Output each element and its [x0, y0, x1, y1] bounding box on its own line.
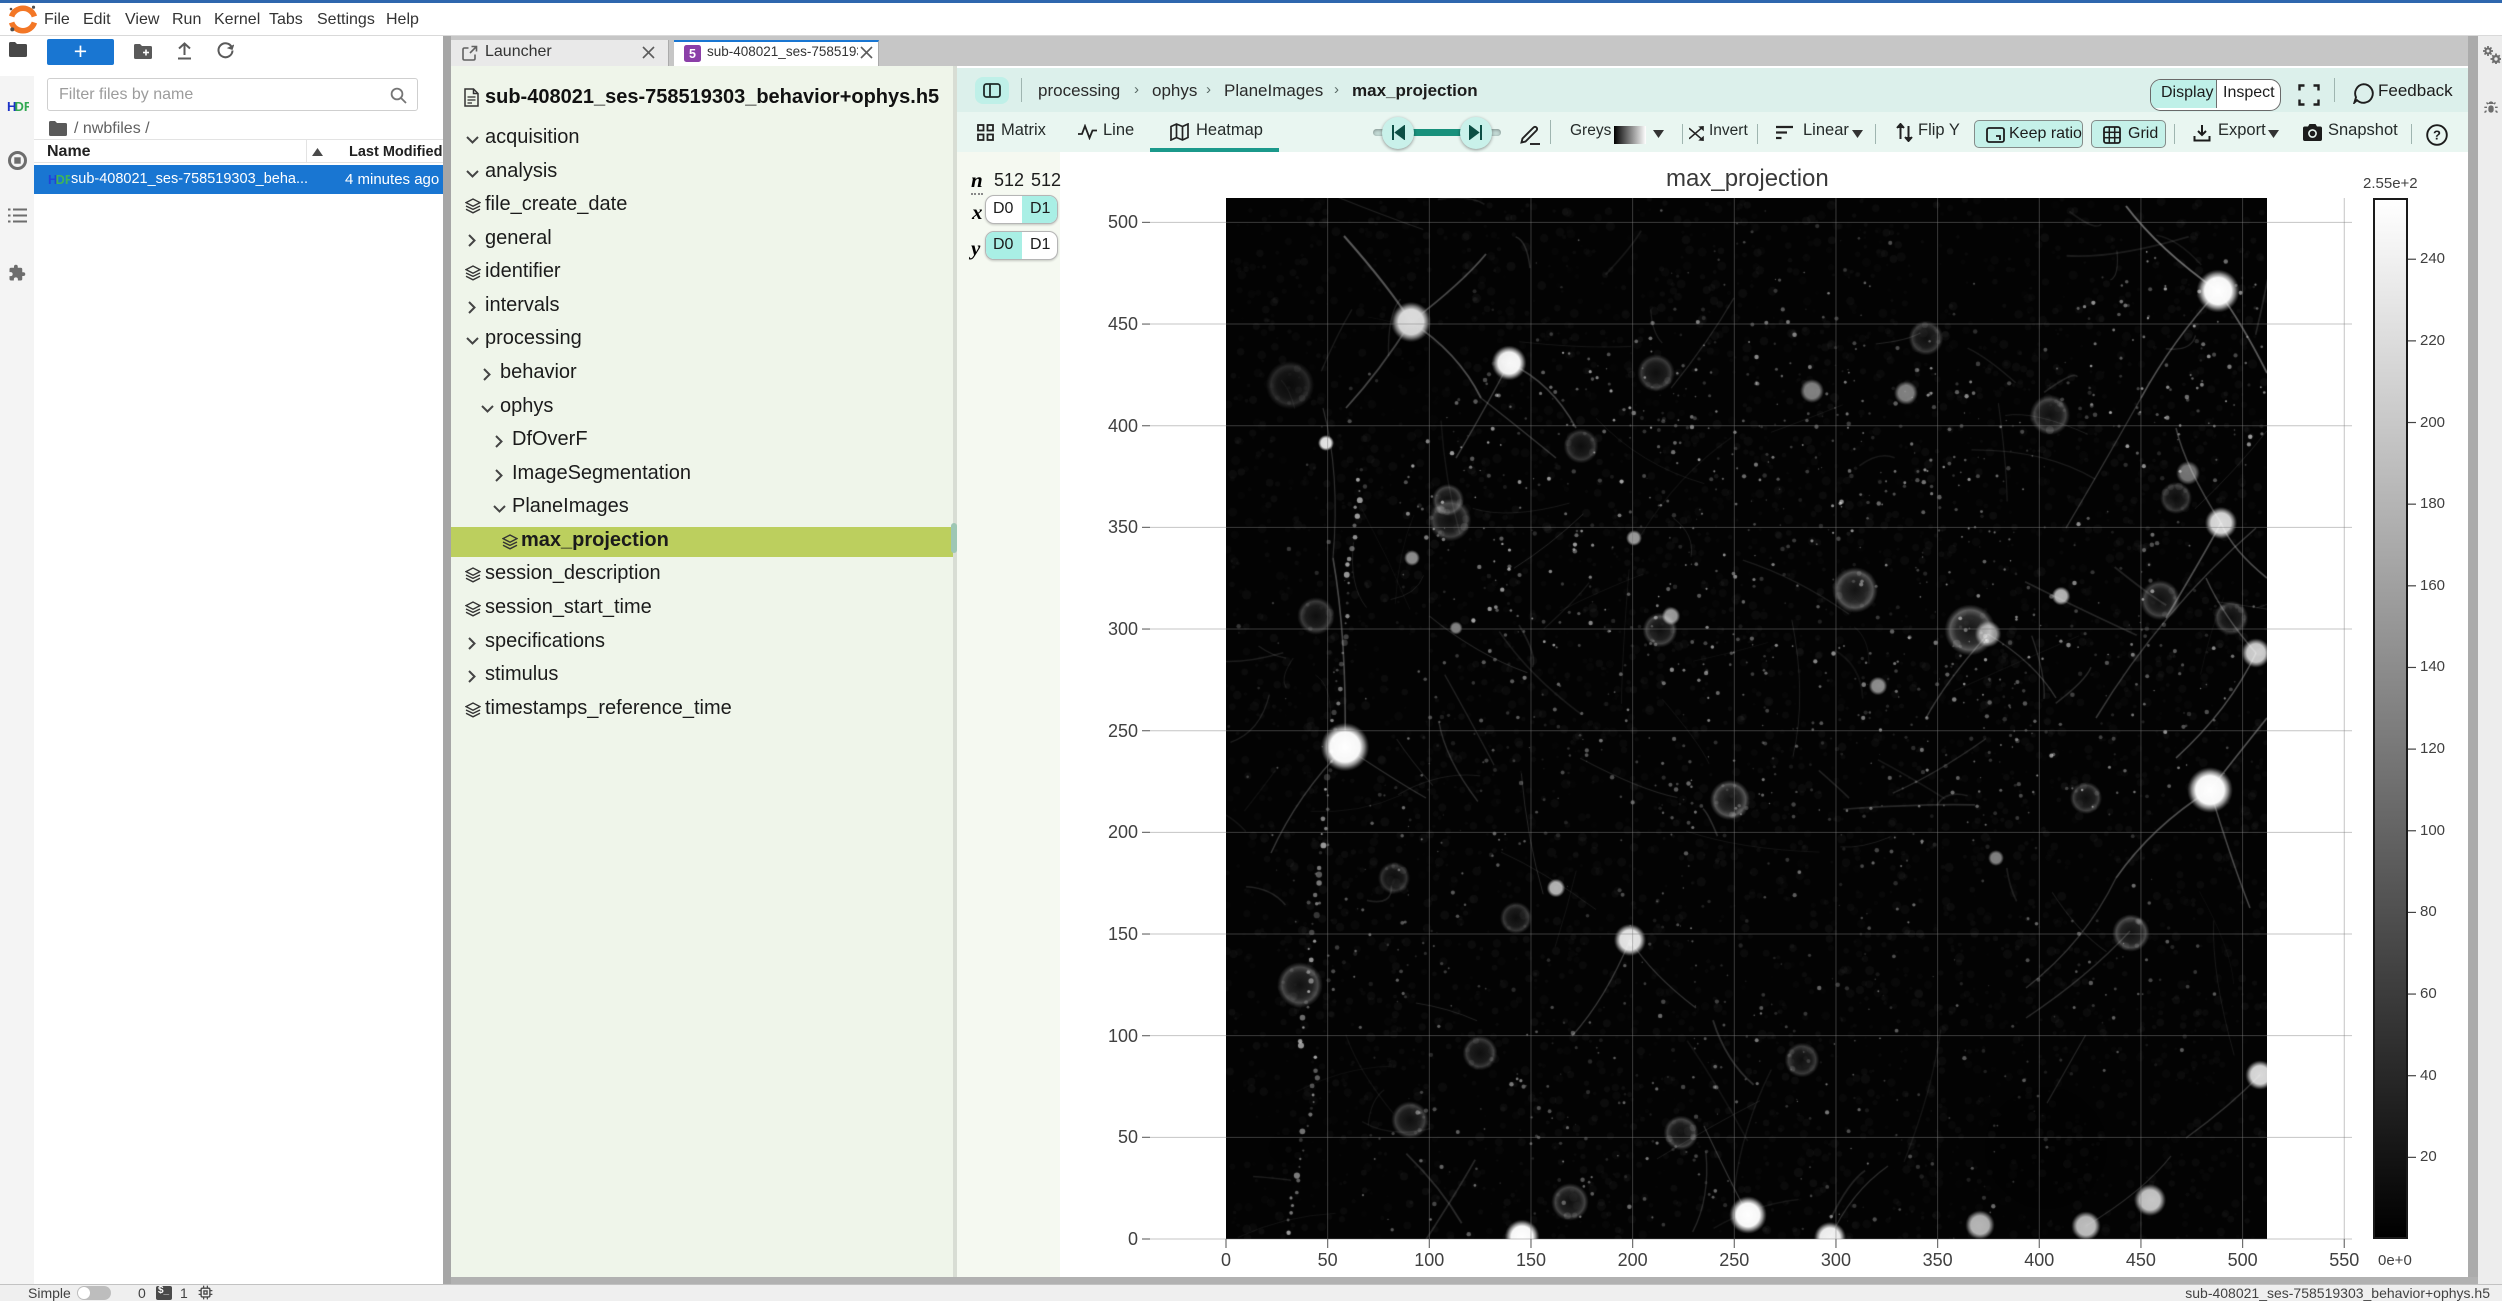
svg-text:?: ?	[2433, 128, 2441, 143]
svg-text:DF: DF	[15, 100, 30, 113]
svg-text:DF: DF	[56, 173, 71, 186]
svg-text:5: 5	[689, 47, 696, 61]
